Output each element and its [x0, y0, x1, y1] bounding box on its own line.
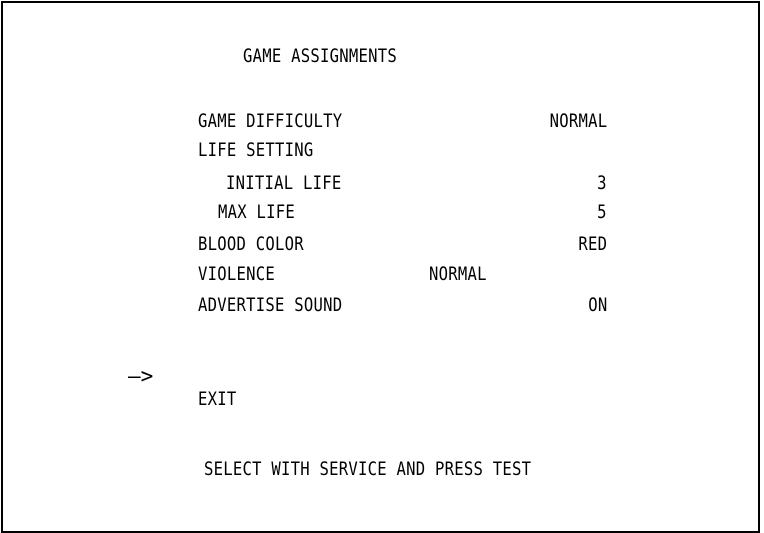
menu-frame [1, 1, 760, 533]
menu-item-blood-color[interactable]: BLOOD COLOR [198, 233, 304, 255]
menu-value-max-life: 5 [597, 201, 607, 223]
menu-title: GAME ASSIGNMENTS [243, 45, 398, 67]
menu-value-blood-color: RED [578, 233, 607, 255]
menu-item-life-setting[interactable]: LIFE SETTING [198, 139, 314, 161]
selection-cursor-arrow: —> [128, 364, 154, 388]
menu-value-violence: NORMAL [429, 263, 487, 285]
menu-value-initial-life: 3 [597, 172, 607, 194]
menu-item-exit[interactable]: EXIT [198, 388, 237, 410]
menu-item-initial-life[interactable]: INITIAL LIFE [226, 172, 342, 194]
menu-item-violence[interactable]: VIOLENCE [198, 263, 275, 285]
menu-item-max-life[interactable]: MAX LIFE [218, 201, 295, 223]
instruction-footer: SELECT WITH SERVICE AND PRESS TEST [204, 458, 532, 480]
menu-item-game-difficulty[interactable]: GAME DIFFICULTY [198, 110, 342, 132]
menu-value-game-difficulty: NORMAL [549, 110, 607, 132]
menu-item-advertise-sound[interactable]: ADVERTISE SOUND [198, 294, 342, 316]
menu-value-advertise-sound: ON [587, 294, 607, 316]
